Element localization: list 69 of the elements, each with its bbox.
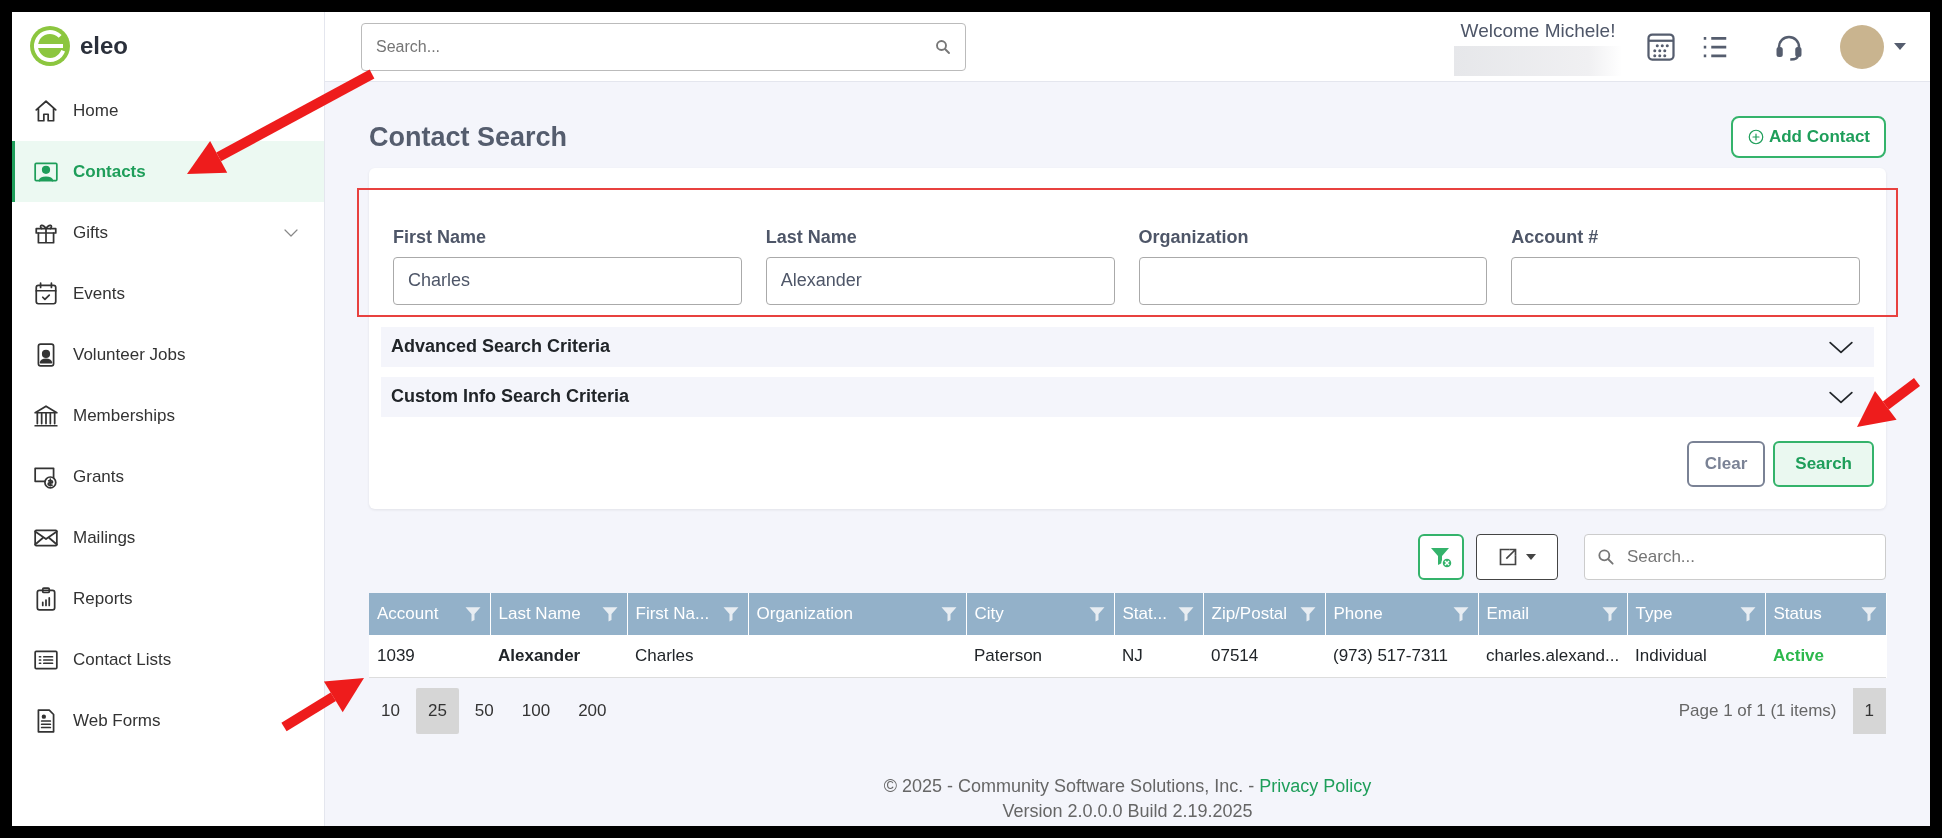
page-number[interactable]: 1	[1852, 688, 1886, 734]
filter-icon[interactable]	[1176, 604, 1195, 623]
input-field[interactable]: Charles	[393, 256, 742, 305]
table-cell: Charles	[627, 634, 748, 678]
search-field[interactable]: Search...	[361, 22, 966, 71]
sidebar-item[interactable]: Memberships	[12, 385, 324, 446]
page-size-option[interactable]: 10	[369, 688, 412, 734]
welcome-text: Welcome Michele!	[1460, 19, 1616, 44]
plus-circle-icon	[1746, 127, 1765, 146]
field-label: Account #	[1511, 225, 1600, 249]
table-cell: Individual	[1627, 634, 1765, 678]
page-title: Contact Search	[369, 120, 568, 153]
table-cell: 1039	[369, 634, 490, 678]
input-field[interactable]	[1511, 256, 1860, 305]
filter-icon[interactable]	[1600, 604, 1619, 623]
export-icon	[1498, 546, 1518, 567]
caret-icon[interactable]	[1894, 42, 1906, 51]
sidebar-item[interactable]: Grants	[12, 446, 324, 507]
table-cell: Active	[1765, 634, 1886, 678]
caret-icon	[1526, 553, 1536, 560]
page-size-option[interactable]: 50	[462, 688, 506, 734]
sidebar-item[interactable]: Volunteer Jobs	[12, 324, 324, 385]
clipboard-chart-icon	[33, 585, 59, 612]
input-field[interactable]: Alexander	[765, 256, 1115, 305]
page-info: Page 1 of 1 (1 items)	[1678, 700, 1837, 722]
avatar[interactable]	[1840, 24, 1884, 69]
filter-icon[interactable]	[600, 604, 619, 623]
sidebar-item[interactable]: Web Forms	[12, 690, 324, 751]
calendar-check-icon	[33, 280, 59, 307]
filter-icon[interactable]	[939, 604, 958, 623]
sidebar-item[interactable]: Mailings	[12, 507, 324, 568]
table-cell: Alexander	[490, 634, 627, 678]
filter-icon[interactable]	[1859, 604, 1878, 623]
search-field[interactable]: Search...	[1584, 533, 1886, 580]
brand-name: eleo	[80, 31, 129, 61]
copyright-text: © 2025 - Community Software Solutions, Inc. - Privacy Policy	[882, 774, 1373, 798]
annotation-arrow	[1857, 378, 1920, 427]
logo-icon	[30, 26, 70, 66]
sidebar-item[interactable]: Reports	[12, 568, 324, 629]
filter-icon[interactable]	[463, 604, 482, 623]
filter-icon[interactable]	[1738, 604, 1757, 623]
field-label: Last Name	[765, 225, 858, 249]
sidebar-item[interactable]: Contact Lists	[12, 629, 324, 690]
input-field[interactable]	[1138, 256, 1488, 305]
field-label: Organization	[1138, 225, 1250, 249]
filter-icon[interactable]	[721, 604, 740, 623]
table-cell: (973) 517-7311	[1325, 634, 1478, 678]
filter-icon[interactable]	[1087, 604, 1106, 623]
calendar-icon[interactable]	[1646, 31, 1676, 62]
page-size-option[interactable]: 25	[415, 688, 459, 734]
table-cell: charles.alexand...	[1478, 634, 1627, 678]
version-text: Version 2.0.0.0 Build 2.19.2025	[1001, 799, 1254, 823]
clear-filter-button[interactable]	[1418, 533, 1464, 580]
search-icon	[934, 37, 952, 56]
collapsible-header[interactable]: Advanced Search Criteria	[381, 326, 1874, 367]
sidebar-item[interactable]: Events	[12, 263, 324, 324]
filter-icon[interactable]	[1298, 604, 1317, 623]
export-button[interactable]	[1476, 533, 1558, 580]
sidebar-item[interactable]: Home	[12, 80, 324, 141]
page-size-option[interactable]: 100	[509, 688, 563, 734]
sidebar-item[interactable]: Gifts	[12, 202, 324, 263]
table-cell: 07514	[1203, 634, 1325, 678]
table-cell: NJ	[1114, 634, 1203, 678]
field-label: First Name	[393, 225, 488, 249]
filter-icon[interactable]	[1451, 604, 1470, 623]
page-size-option[interactable]: 200	[566, 688, 619, 734]
clear-button[interactable]: Clear	[1686, 440, 1766, 487]
table-cell: Paterson	[966, 634, 1114, 678]
collapsible-header[interactable]: Custom Info Search Criteria	[381, 376, 1874, 417]
